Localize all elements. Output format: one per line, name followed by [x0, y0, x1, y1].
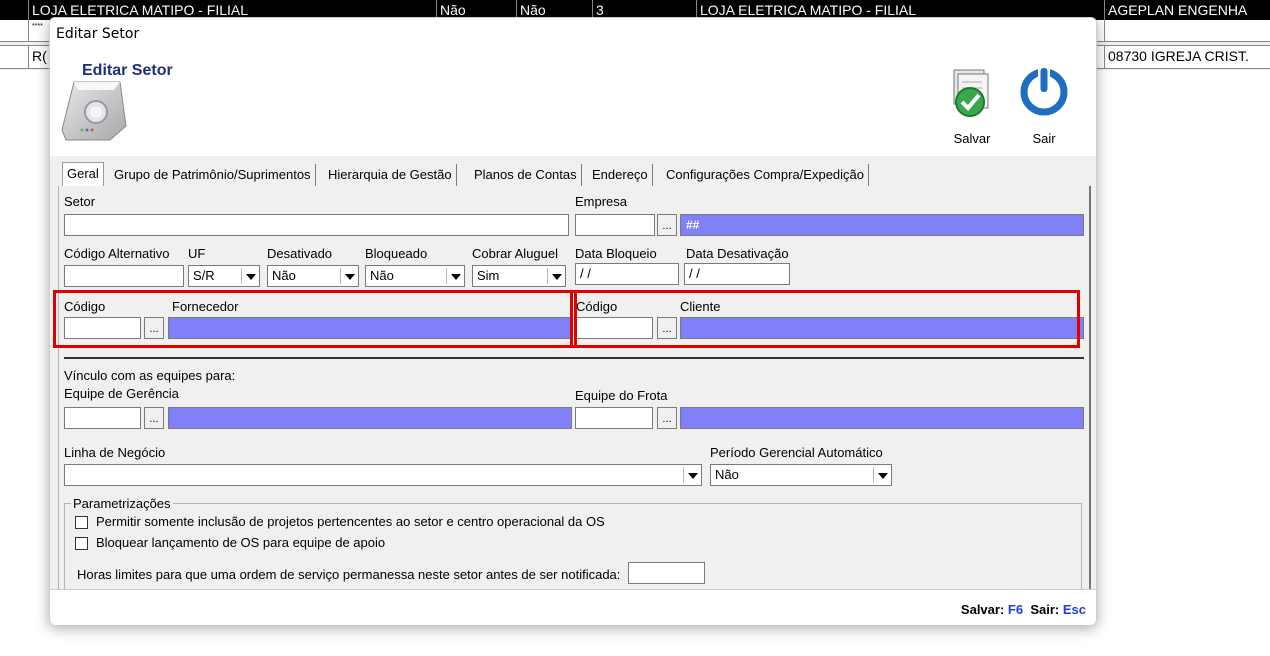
equipe-gerencia-code-input[interactable]	[64, 407, 141, 429]
linha-negocio-label: Linha de Negócio	[64, 445, 166, 460]
chevron-down-icon	[446, 268, 462, 284]
save-shortcut-label: Salvar:	[960, 602, 1005, 617]
data-desativacao-label: Data Desativação	[686, 246, 789, 261]
linha-negocio-select[interactable]	[64, 464, 702, 486]
power-icon	[1020, 66, 1068, 116]
sector-form-icon	[61, 81, 127, 141]
bloquear-os-label: Bloquear lançamento de OS para equipe de…	[96, 535, 386, 550]
tab-planos-contas[interactable]: Planos de Contas	[470, 164, 582, 186]
cobrar-aluguel-label: Cobrar Aluguel	[472, 246, 558, 261]
uf-value: S/R	[193, 268, 215, 283]
data-bloqueio-input[interactable]: / /	[575, 263, 679, 285]
uf-select[interactable]: S/R	[188, 265, 260, 287]
chevron-down-icon	[683, 467, 699, 483]
bloqueado-select[interactable]: Não	[365, 265, 465, 287]
empresa-label: Empresa	[575, 194, 628, 209]
tab-endereco[interactable]: Endereço	[588, 164, 653, 186]
title-bar[interactable]: Editar Setor	[50, 18, 1096, 50]
equipe-frota-name-field	[680, 407, 1084, 429]
parametrizacoes-label: Parametrizações	[71, 496, 173, 511]
codigo-alt-input[interactable]	[64, 265, 184, 287]
empresa-name-field: ##	[680, 214, 1084, 236]
save-icon	[953, 69, 989, 117]
desativado-select[interactable]: Não	[267, 265, 359, 287]
setor-input[interactable]	[64, 214, 569, 236]
permitir-projetos-label: Permitir somente inclusão de projetos pe…	[96, 514, 605, 529]
edit-sector-dialog: Editar Setor Editar Setor Salvar Sair Ge…	[49, 17, 1097, 625]
chevron-down-icon	[547, 268, 563, 284]
separator-line	[64, 357, 1084, 359]
fornecedor-highlight-box	[53, 290, 577, 348]
exit-button[interactable]: Sair	[1012, 60, 1076, 146]
bg-cell: AGEPLAN ENGENHA	[1104, 0, 1270, 20]
codigo-alt-label: Código Alternativo	[64, 246, 170, 261]
periodo-gerencial-value: Não	[715, 467, 739, 482]
chevron-down-icon	[873, 467, 889, 483]
shortcut-hints: Salvar: F6 Sair: Esc	[961, 602, 1086, 617]
equipe-frota-code-input[interactable]	[575, 407, 653, 429]
exit-shortcut-label: Sair:	[1030, 602, 1060, 617]
save-label: Salvar	[953, 131, 991, 146]
cliente-highlight-box	[570, 290, 1080, 348]
chevron-down-icon	[340, 268, 356, 284]
tab-geral[interactable]: Geral	[62, 162, 104, 186]
bg-cell	[1104, 20, 1270, 41]
equipe-gerencia-name-field	[168, 407, 572, 429]
tab-hierarquia-gestao[interactable]: Hierarquia de Gestão	[324, 164, 457, 186]
tab-grupo-patrimonio[interactable]: Grupo de Patrimônio/Suprimentos	[110, 164, 316, 186]
cobrar-aluguel-select[interactable]: Sim	[472, 265, 566, 287]
desativado-value: Não	[272, 268, 296, 283]
data-desativacao-input[interactable]: / /	[684, 263, 790, 285]
dialog-header: Editar Setor Salvar Sair	[50, 50, 1096, 156]
vinculo-label: Vínculo com as equipes para:	[64, 368, 236, 383]
equipe-gerencia-label: Equipe de Gerência	[64, 386, 179, 401]
bloquear-os-checkbox[interactable]	[75, 537, 88, 550]
empresa-code-input[interactable]	[575, 214, 655, 236]
setor-label: Setor	[64, 194, 96, 209]
equipe-frota-label: Equipe do Frota	[575, 388, 668, 403]
uf-label: UF	[188, 246, 206, 261]
save-shortcut-key: F6	[1007, 602, 1024, 617]
tab-panel-geral: Setor Empresa ... ## Código Alternativo …	[53, 186, 1091, 606]
equipe-frota-lookup-button[interactable]: ...	[657, 407, 677, 429]
status-footer: Salvar: F6 Sair: Esc	[50, 589, 1096, 625]
save-button[interactable]: Salvar	[940, 60, 1004, 146]
cobrar-aluguel-value: Sim	[477, 268, 500, 283]
exit-label: Sair	[1032, 131, 1056, 146]
bloqueado-label: Bloqueado	[365, 246, 428, 261]
empresa-lookup-button[interactable]: ...	[657, 214, 677, 236]
chevron-down-icon	[241, 268, 257, 284]
horas-limite-input[interactable]	[628, 562, 705, 584]
tab-config-compra[interactable]: Configurações Compra/Expedição	[662, 164, 869, 186]
data-bloqueio-label: Data Bloqueio	[575, 246, 657, 261]
form-body: Geral Grupo de Patrimônio/Suprimentos Hi…	[50, 156, 1096, 606]
exit-shortcut-key: Esc	[1062, 602, 1086, 617]
permitir-projetos-checkbox[interactable]	[75, 516, 88, 529]
periodo-gerencial-select[interactable]: Não	[710, 464, 892, 486]
horas-limite-label: Horas limites para que uma ordem de serv…	[77, 567, 621, 582]
header-title: Editar Setor	[82, 62, 173, 79]
desativado-label: Desativado	[267, 246, 333, 261]
bg-cell: 08730 IGREJA CRIST.	[1104, 46, 1270, 68]
equipe-gerencia-lookup-button[interactable]: ...	[144, 407, 164, 429]
periodo-gerencial-label: Período Gerencial Automático	[710, 445, 883, 460]
bloqueado-value: Não	[370, 268, 394, 283]
window-title: Editar Setor	[56, 26, 140, 42]
